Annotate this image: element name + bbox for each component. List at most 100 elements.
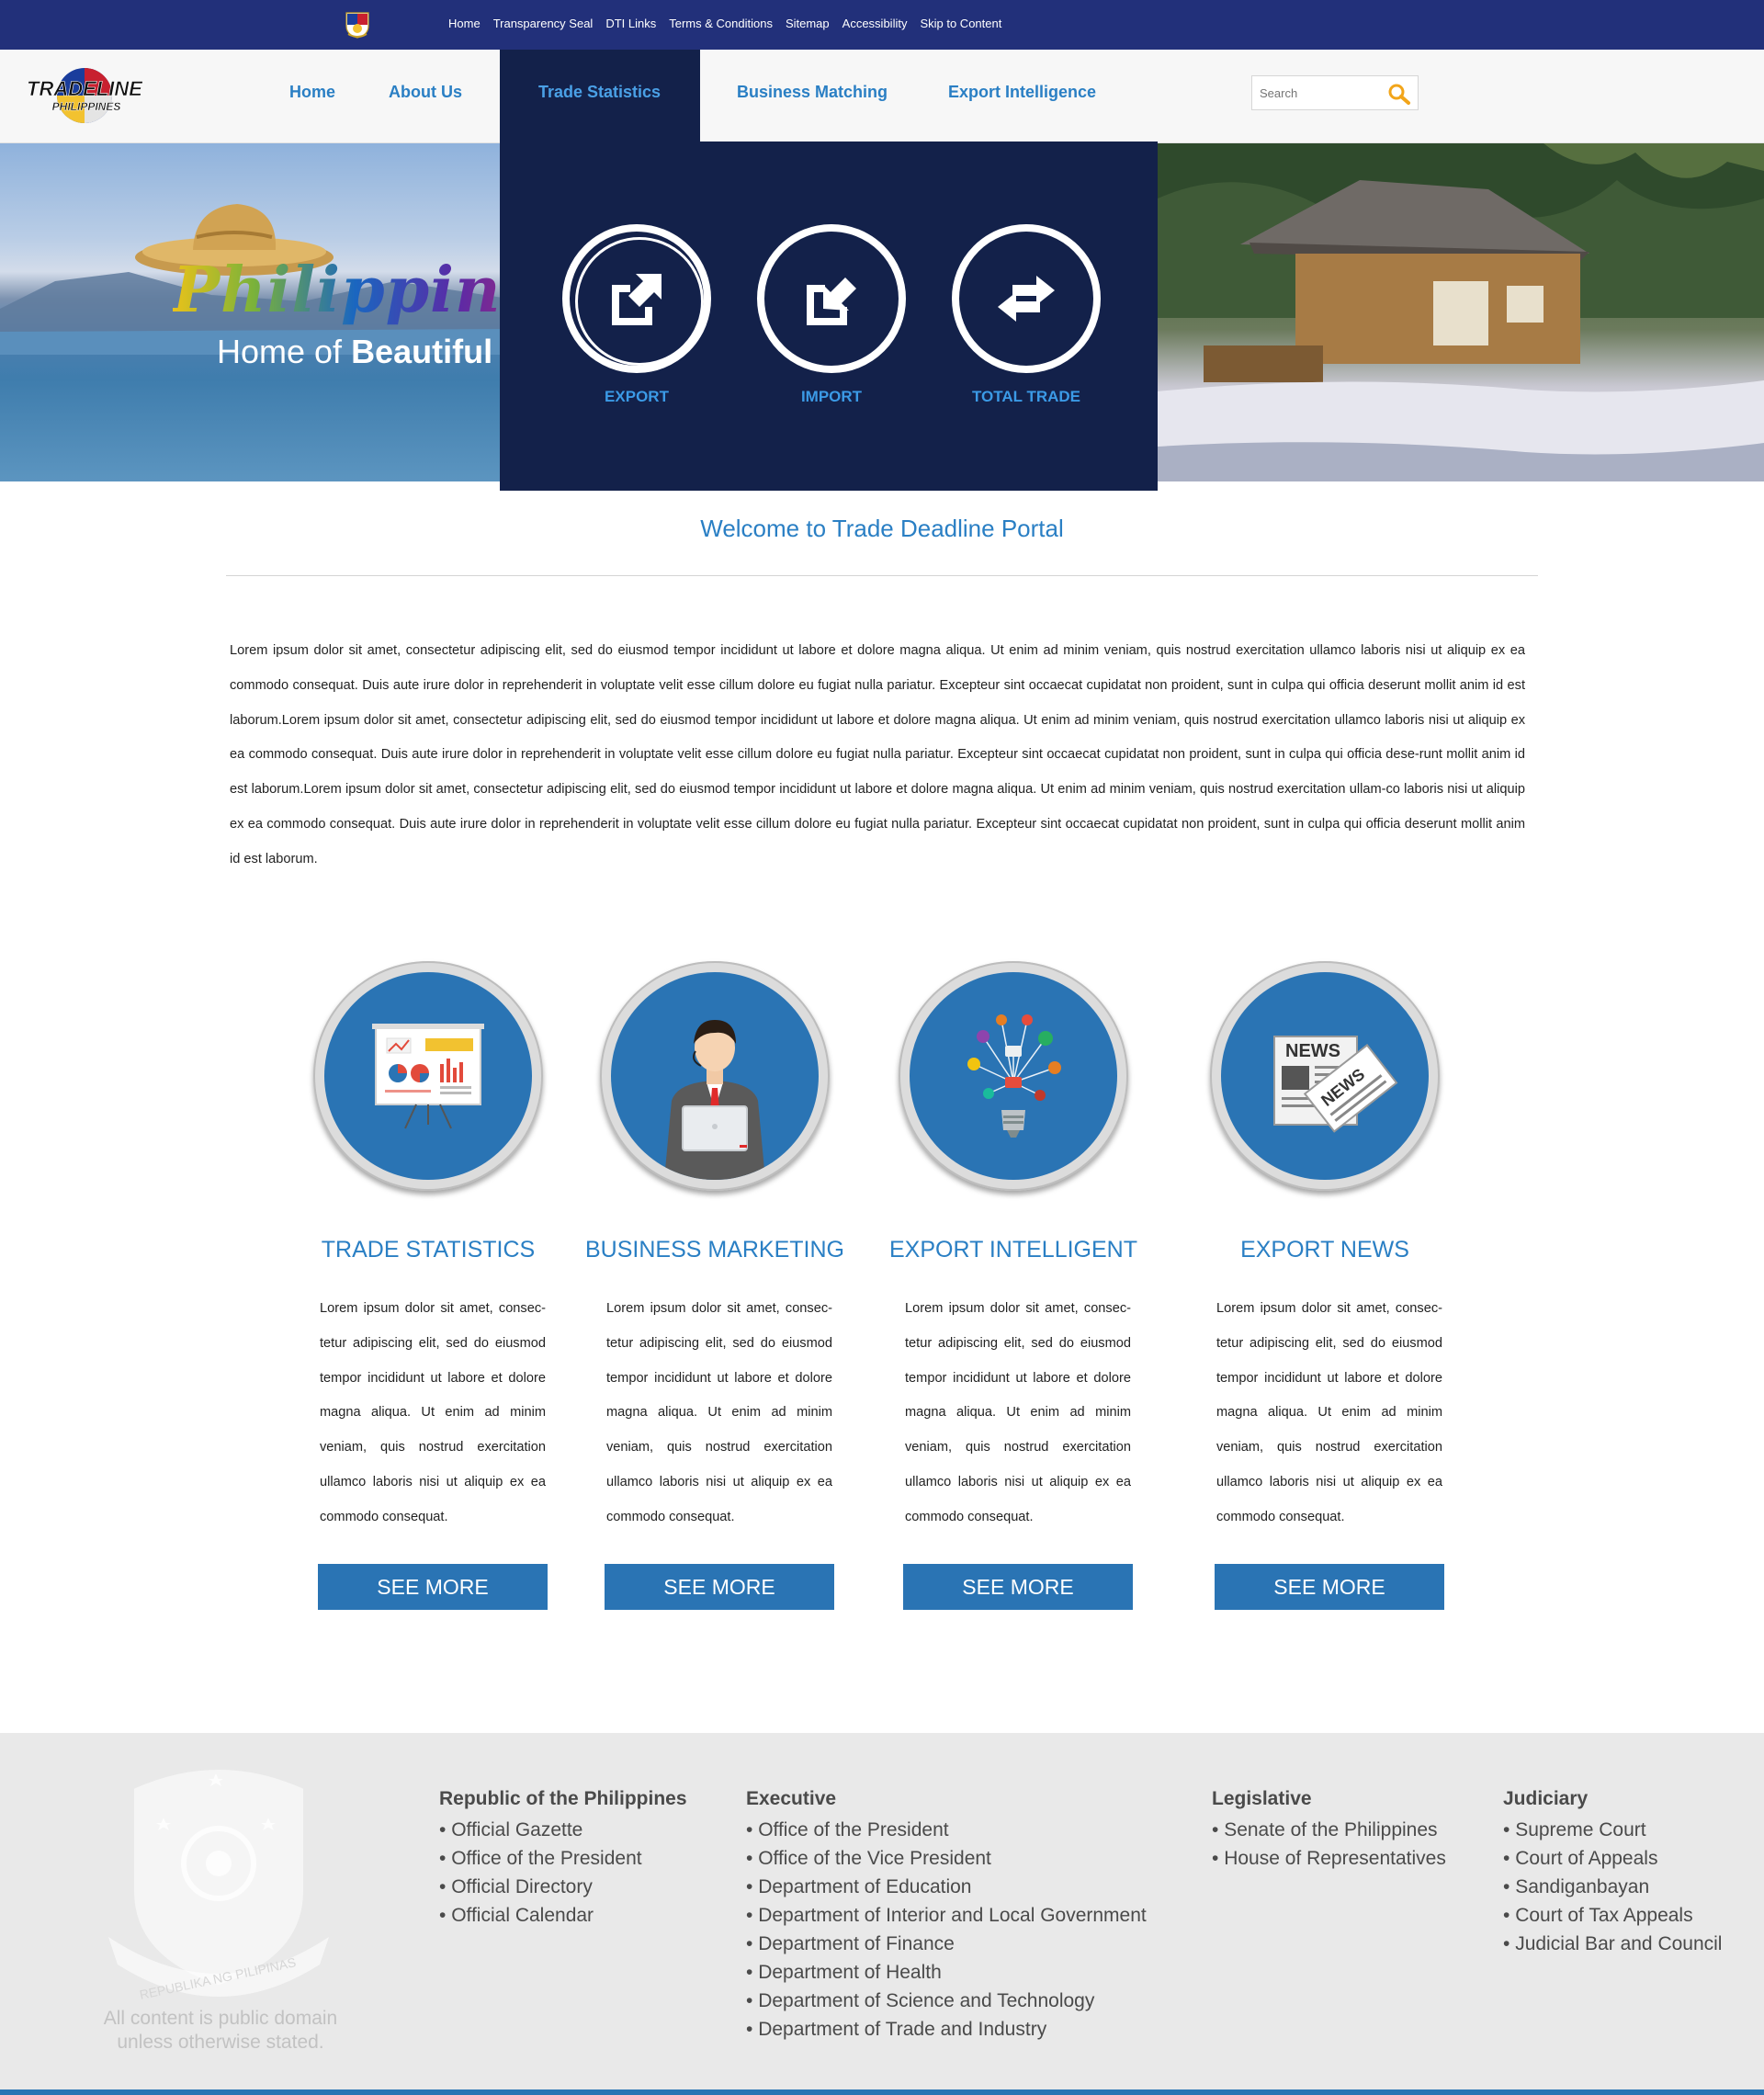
gov-top-bar: Home Transparency Seal DTI Links Terms &…	[0, 0, 1764, 50]
footer-link-department-of-finance[interactable]: Department of Finance	[746, 1930, 1147, 1958]
footer-link-official-directory[interactable]: Official Directory	[439, 1873, 687, 1901]
nav-trade-statistics[interactable]: Trade Statistics	[500, 50, 700, 142]
footer-heading: Executive	[746, 1788, 837, 1809]
nav-business-matching[interactable]: Business Matching	[737, 83, 888, 102]
beach-hut-graphic	[1158, 143, 1764, 481]
footer-heading: Legislative	[1212, 1788, 1312, 1809]
gov-link-terms[interactable]: Terms & Conditions	[669, 17, 773, 30]
nav-about-us[interactable]: About Us	[389, 83, 462, 102]
card-trade-statistics-badge-inner	[324, 972, 532, 1180]
see-more-button[interactable]: SEE MORE	[1215, 1564, 1444, 1610]
footer-link-official-gazette[interactable]: Official Gazette	[439, 1816, 687, 1844]
total-trade-label: TOTAL TRADE	[971, 388, 1081, 405]
card-description: Lorem ipsum dolor sit amet, consec-tetur…	[1216, 1301, 1442, 1524]
footer-link-senate[interactable]: Senate of the Philippines	[1212, 1816, 1446, 1844]
dropdown-total-trade[interactable]: TOTAL TRADE	[948, 224, 1104, 406]
card-title: EXPORT INTELLIGENT	[889, 1237, 1137, 1263]
footer-link-office-of-the-president[interactable]: Office of the President	[746, 1816, 1147, 1844]
news-masthead: NEWS	[1285, 1041, 1340, 1061]
nav-export-intelligence[interactable]: Export Intelligence	[948, 83, 1096, 102]
logo-text-top: TRADELINE	[27, 77, 143, 100]
card-export-news-badge: NEWS NEWS	[1210, 961, 1440, 1191]
gov-link-dti-links[interactable]: DTI Links	[605, 17, 656, 30]
nav-home[interactable]: Home	[289, 83, 335, 102]
search-icon[interactable]	[1386, 82, 1412, 106]
businessman-laptop-icon	[664, 1020, 765, 1180]
card-export-intelligent-badge-inner	[910, 972, 1117, 1180]
footer-col-executive: Executive Office of the President Office…	[746, 1788, 1147, 2044]
import-label: IMPORT	[800, 388, 863, 405]
footer-link-judicial-bar-and-council[interactable]: Judicial Bar and Council	[1503, 1930, 1722, 1958]
gov-link-accessibility[interactable]: Accessibility	[842, 17, 908, 30]
export-icon	[612, 274, 662, 325]
gov-link-skip-to-content[interactable]: Skip to Content	[920, 17, 1001, 30]
footer-link-office-of-the-president[interactable]: Office of the President	[439, 1844, 687, 1873]
nav-trade-statistics-label: Trade Statistics	[538, 83, 662, 101]
footer-link-office-of-the-vice-president[interactable]: Office of the Vice President	[746, 1844, 1147, 1873]
footer-col-republic: Republic of the Philippines Official Gaz…	[439, 1788, 687, 1930]
see-more-button[interactable]: SEE MORE	[605, 1564, 834, 1610]
total-trade-circle	[952, 224, 1101, 373]
footer-link-department-of-education[interactable]: Department of Education	[746, 1873, 1147, 1901]
footer-link-supreme-court[interactable]: Supreme Court	[1503, 1816, 1722, 1844]
card-title: BUSINESS MARKETING	[585, 1237, 844, 1263]
footer-link-house-of-representatives[interactable]: House of Representatives	[1212, 1844, 1446, 1873]
footer-link-department-of-interior[interactable]: Department of Interior and Local Governm…	[746, 1901, 1147, 1930]
gov-link-sitemap[interactable]: Sitemap	[786, 17, 830, 30]
tradeline-logo[interactable]: TRADELINE PHILIPPINES	[20, 62, 149, 127]
card-business-marketing: BUSINESS MARKETING Lorem ipsum dolor sit…	[585, 961, 844, 1610]
dropdown-import[interactable]: IMPORT	[753, 224, 910, 406]
footer-link-department-of-health[interactable]: Department of Health	[746, 1958, 1147, 1987]
public-domain-note: All content is public domain unless othe…	[103, 2008, 338, 2053]
welcome-title: Welcome to Trade Deadline Portal	[700, 515, 1064, 542]
footer-link-department-of-trade[interactable]: Department of Trade and Industry	[746, 2015, 1147, 2044]
card-description: Lorem ipsum dolor sit amet, consec-tetur…	[606, 1301, 832, 1524]
footer-bottom-stripe	[0, 2089, 1764, 2095]
hero-subtitle-plain: Home of	[217, 333, 352, 370]
footer: REPUBLIKA NG PILIPINAS All content is pu…	[0, 1733, 1764, 2095]
footer-link-sandiganbayan[interactable]: Sandiganbayan	[1503, 1873, 1722, 1901]
card-title: TRADE STATISTICS	[321, 1237, 536, 1263]
footer-col-judiciary: Judiciary Supreme Court Court of Appeals…	[1503, 1788, 1722, 1958]
gov-link-home[interactable]: Home	[448, 17, 481, 30]
card-title: EXPORT NEWS	[1240, 1237, 1409, 1263]
card-description: Lorem ipsum dolor sit amet, consec-tetur…	[905, 1301, 1131, 1524]
card-export-news-badge-inner: NEWS NEWS	[1221, 972, 1429, 1180]
welcome-divider	[226, 575, 1538, 576]
gov-link-transparency-seal[interactable]: Transparency Seal	[493, 17, 594, 30]
card-business-marketing-badge-inner	[611, 972, 819, 1180]
search-input[interactable]	[1260, 84, 1379, 102]
trade-statistics-dropdown: EXPORT IMPORT TOTAL TRADE	[500, 142, 1158, 491]
see-more-button[interactable]: SEE MORE	[903, 1564, 1133, 1610]
ph-seal-icon	[345, 12, 369, 39]
dropdown-export[interactable]: EXPORT	[559, 224, 715, 406]
card-description: Lorem ipsum dolor sit amet, consec-tetur…	[320, 1301, 546, 1524]
import-circle	[757, 224, 906, 373]
logo-text-bottom: PHILIPPINES	[52, 100, 121, 113]
gov-links: Home Transparency Seal DTI Links Terms &…	[448, 17, 1001, 30]
footer-link-department-of-science[interactable]: Department of Science and Technology	[746, 1987, 1147, 2015]
presentation-board-icon	[372, 1024, 484, 1129]
export-circle	[562, 224, 711, 373]
hero-beach-left: Philippines Home of Beautiful Beaches	[0, 143, 638, 481]
import-icon	[807, 277, 856, 325]
card-trade-statistics-badge	[313, 961, 543, 1191]
footer-heading: Republic of the Philippines	[439, 1788, 687, 1809]
intro-paragraph: Lorem ipsum dolor sit amet, consectetur …	[230, 643, 1525, 866]
footer-heading: Judiciary	[1503, 1788, 1589, 1809]
footer-link-court-of-appeals[interactable]: Court of Appeals	[1503, 1844, 1722, 1873]
card-business-marketing-badge	[600, 961, 830, 1191]
swap-arrows-icon	[998, 276, 1055, 322]
footer-col-legislative: Legislative Senate of the Philippines Ho…	[1212, 1788, 1446, 1873]
republic-seal-icon: REPUBLIKA NG PILIPINAS	[108, 1770, 329, 2001]
card-export-news: NEWS NEWS EXPORT NEWS Lorem ipsum dolor …	[1205, 961, 1444, 1610]
card-export-intelligent-badge	[899, 961, 1128, 1191]
footer-link-court-of-tax-appeals[interactable]: Court of Tax Appeals	[1503, 1901, 1722, 1930]
footer-link-official-calendar[interactable]: Official Calendar	[439, 1901, 687, 1930]
card-export-intelligent: EXPORT INTELLIGENT Lorem ipsum dolor sit…	[889, 961, 1137, 1610]
card-trade-statistics: TRADE STATISTICS Lorem ipsum dolor sit a…	[309, 961, 548, 1610]
main-nav: TRADELINE PHILIPPINES Home About Us Busi…	[0, 50, 1764, 143]
search-box	[1251, 75, 1419, 110]
lightbulb-network-icon	[967, 1014, 1061, 1138]
see-more-button[interactable]: SEE MORE	[318, 1564, 548, 1610]
